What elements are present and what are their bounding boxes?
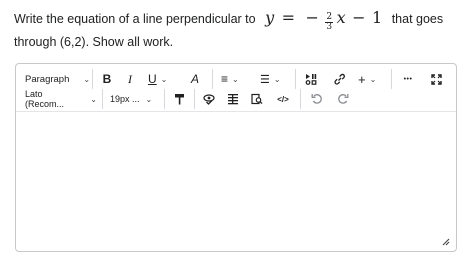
bold-button[interactable]: B bbox=[99, 69, 115, 89]
toolbar-separator bbox=[92, 69, 93, 89]
text-color-icon: A bbox=[190, 72, 199, 86]
source-code-button[interactable]: </> bbox=[273, 89, 293, 109]
list-dropdown[interactable]: ☰ ⌄ bbox=[260, 69, 288, 89]
paragraph-format-dropdown[interactable]: Paragraph ⌄ bbox=[25, 69, 90, 89]
eq-x: x bbox=[336, 8, 346, 27]
toolbar-separator bbox=[300, 89, 301, 109]
bold-icon: B bbox=[102, 72, 112, 86]
media-icon bbox=[305, 74, 317, 85]
toolbar-separator bbox=[194, 89, 195, 109]
chevron-down-icon: ⌄ bbox=[145, 94, 153, 104]
toolbar-separator bbox=[212, 69, 213, 89]
question-prompt: Write the equation of a line perpendicul… bbox=[14, 8, 464, 52]
chevron-down-icon: ⌄ bbox=[369, 74, 377, 84]
toolbar-separator bbox=[102, 89, 103, 109]
eq-fraction-denominator: 3 bbox=[326, 22, 333, 32]
ellipsis-icon: ••• bbox=[403, 75, 413, 83]
rich-text-editor: Paragraph ⌄ B I U ⌄ A ≡ ⌄ ☰ ⌄ + ⌄ ••• La… bbox=[15, 63, 457, 252]
more-options-button[interactable]: ••• bbox=[399, 69, 417, 89]
align-dropdown[interactable]: ≡ ⌄ bbox=[221, 69, 249, 89]
text-color-button[interactable]: A bbox=[186, 69, 204, 89]
plus-icon: + bbox=[358, 71, 366, 87]
eq-minus-2: − bbox=[352, 8, 366, 27]
italic-button[interactable]: I bbox=[122, 69, 138, 89]
accessibility-checker-button[interactable] bbox=[200, 89, 218, 109]
eq-constant: 1 bbox=[372, 8, 383, 27]
font-size-dropdown[interactable]: 19px ... ⌄ bbox=[110, 89, 158, 109]
format-painter-button[interactable] bbox=[170, 89, 188, 109]
editor-toolbar: Paragraph ⌄ B I U ⌄ A ≡ ⌄ ☰ ⌄ + ⌄ ••• La… bbox=[16, 64, 456, 112]
find-icon bbox=[251, 93, 263, 105]
code-icon: </> bbox=[277, 94, 289, 104]
resize-handle-icon[interactable] bbox=[441, 237, 450, 246]
question-text-before: Write the equation of a line perpendicul… bbox=[14, 12, 256, 26]
find-replace-button[interactable] bbox=[248, 89, 266, 109]
redo-button[interactable] bbox=[334, 89, 352, 109]
chevron-down-icon: ⌄ bbox=[232, 74, 239, 84]
question-text-after: that goes bbox=[391, 12, 444, 26]
paragraph-format-label: Paragraph bbox=[25, 73, 70, 85]
undo-icon bbox=[311, 94, 322, 104]
italic-icon: I bbox=[128, 71, 132, 86]
link-icon bbox=[333, 73, 345, 85]
editor-content-area[interactable] bbox=[16, 112, 456, 251]
insert-media-button[interactable] bbox=[302, 69, 320, 89]
paint-roller-icon bbox=[174, 94, 184, 105]
chevron-down-icon: ⌄ bbox=[160, 74, 168, 84]
toolbar-separator bbox=[391, 69, 392, 89]
equation-icon bbox=[228, 94, 238, 105]
font-family-label: Lato (Recom... bbox=[25, 89, 65, 109]
fullscreen-button[interactable] bbox=[427, 69, 445, 89]
bullet-list-icon: ☰ bbox=[260, 73, 270, 86]
chevron-down-icon: ⌄ bbox=[90, 94, 97, 104]
toolbar-separator bbox=[295, 69, 296, 89]
insert-equation-button[interactable] bbox=[224, 89, 242, 109]
insert-link-button[interactable] bbox=[330, 69, 348, 89]
expand-icon bbox=[430, 73, 442, 85]
chevron-down-icon: ⌄ bbox=[273, 74, 281, 84]
insert-more-dropdown[interactable]: + ⌄ bbox=[358, 69, 384, 89]
chevron-down-icon: ⌄ bbox=[83, 74, 91, 84]
align-icon: ≡ bbox=[221, 72, 229, 86]
eq-minus: − bbox=[305, 8, 319, 27]
question-line-2: through (6,2). Show all work. bbox=[14, 35, 174, 49]
undo-button[interactable] bbox=[308, 89, 326, 109]
eq-equals: = bbox=[281, 8, 296, 27]
font-family-dropdown[interactable]: Lato (Recom... ⌄ bbox=[25, 89, 97, 109]
eq-y: y bbox=[265, 8, 275, 27]
toolbar-separator bbox=[164, 89, 165, 109]
accessibility-check-icon bbox=[203, 94, 215, 105]
font-size-label: 19px ... bbox=[110, 94, 140, 104]
underline-dropdown[interactable]: U ⌄ bbox=[148, 69, 176, 89]
eq-fraction: 2 3 bbox=[325, 13, 334, 32]
underline-icon: U bbox=[148, 72, 157, 86]
redo-icon bbox=[338, 94, 349, 104]
